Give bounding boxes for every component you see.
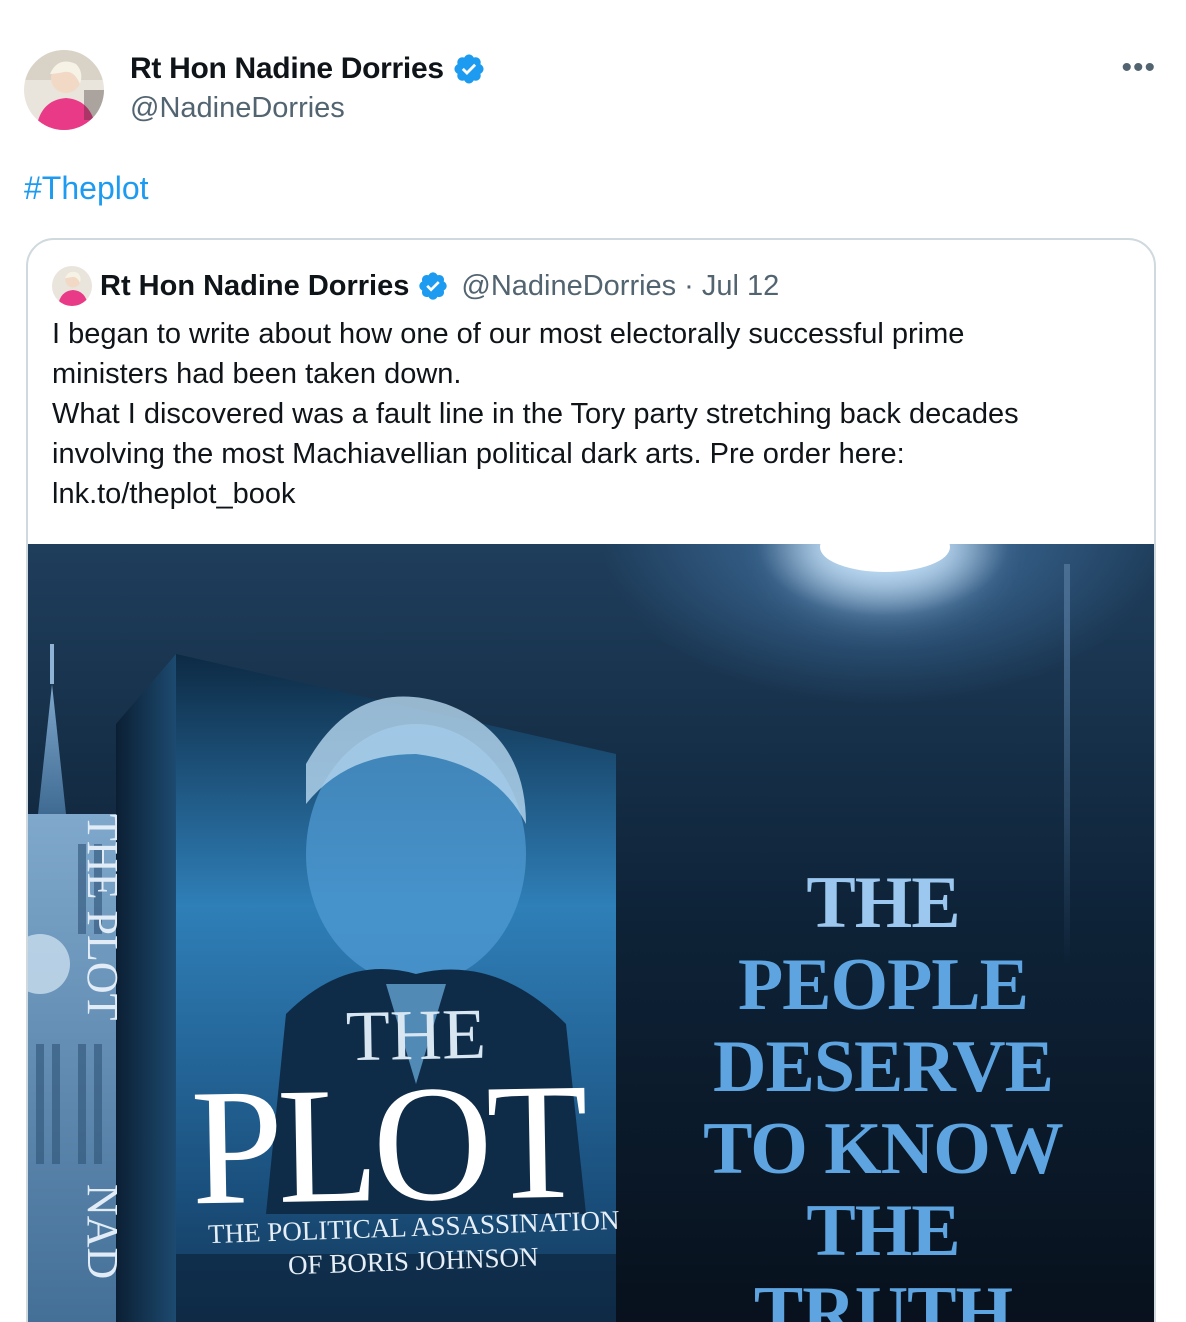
slogan-text: THE PEOPLE DESERVE TO KNOW THE TRUTH [668, 862, 1098, 1322]
verified-badge-icon[interactable] [452, 52, 486, 86]
slogan-line: TO KNOW [703, 1108, 1064, 1190]
quoted-author-display-name: Rt Hon Nadine Dorries [100, 269, 410, 302]
author-display-name[interactable]: Rt Hon Nadine Dorries [130, 52, 444, 86]
slogan-line: THE [806, 862, 960, 944]
author-avatar[interactable] [24, 50, 104, 130]
slogan-line: TRUTH [753, 1272, 1013, 1322]
quoted-author-handle: @NadineDorries [461, 269, 677, 302]
more-horizontal-icon[interactable]: ••• [1121, 53, 1156, 83]
dot-separator: · [684, 269, 694, 302]
street-lamp-glow [820, 544, 950, 572]
quoted-tweet-text: I began to write about how one of our mo… [52, 314, 1132, 514]
author-handle[interactable]: @NadineDorries [130, 92, 486, 125]
verified-badge-icon [419, 272, 448, 300]
quoted-text-line: What I discovered was a fault line in th… [52, 398, 1019, 430]
slogan-line: PEOPLE [737, 944, 1029, 1026]
slogan-line: DESERVE [713, 1026, 1054, 1108]
quoted-text-link[interactable]: lnk.to/theplot_book [52, 474, 1132, 514]
author-info: Rt Hon Nadine Dorries @NadineDorries [130, 52, 486, 125]
quoted-tweet-image[interactable]: THE PLOT NAD THE PLOT THE POLITICAL ASSA… [28, 544, 1154, 1322]
hashtag-link[interactable]: #Theplot [24, 170, 149, 207]
quoted-text-line: involving the most Machiavellian politic… [52, 438, 905, 470]
quoted-text-line: ministers had been taken down. [52, 358, 462, 390]
quoted-tweet[interactable]: Rt Hon Nadine Dorries @NadineDorries · J… [26, 238, 1156, 1322]
quoted-tweet-header: Rt Hon Nadine Dorries @NadineDorries · J… [52, 266, 779, 306]
quoted-text-line: I began to write about how one of our mo… [52, 318, 965, 350]
book-spine-author: NAD [78, 1184, 127, 1280]
book-spine-title: THE PLOT [78, 814, 127, 1021]
quoted-tweet-date: Jul 12 [701, 269, 780, 302]
quoted-author-avatar [52, 266, 92, 306]
slogan-line: THE [806, 1190, 960, 1272]
